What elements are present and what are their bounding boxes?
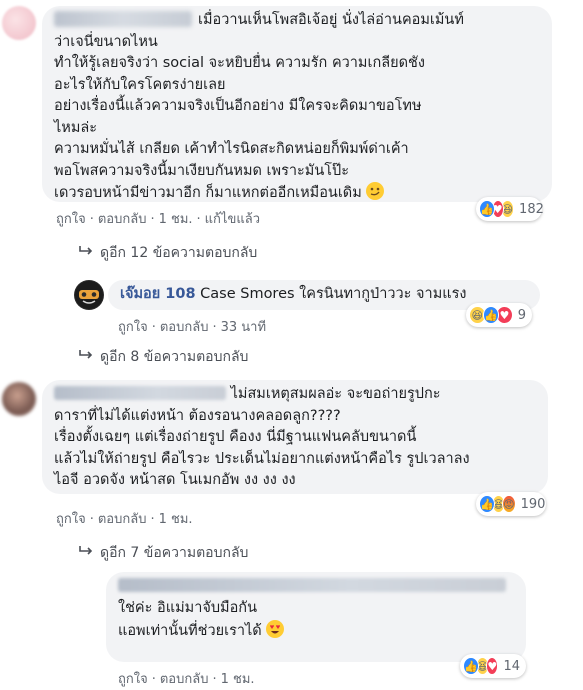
reply-arrow-icon <box>78 245 100 261</box>
reply-arrow-icon <box>78 349 100 365</box>
comment-line: ไหมล่ะ <box>54 119 98 136</box>
commenter-avatar[interactable] <box>2 6 36 40</box>
commenter-name-blurred[interactable] <box>54 386 226 400</box>
comment-bubble: ใช่ค่ะ อิแม่มาจับมือกัน แอพเท่านั้นที่ช่… <box>106 572 526 662</box>
comment-line: ไอจี อวดจัง หน้าสด โนเมกอัพ งง งง งง <box>54 472 296 488</box>
comment-line: อย่างเรื่องนี้แล้วความจริงเป็นอีกอย่าง ม… <box>54 98 422 114</box>
commenter-avatar[interactable] <box>74 280 104 310</box>
like-reaction-icon: 👍 <box>479 200 495 218</box>
comment-line: ดาราที่ไม่ได้แต่งหน้า ต้องรอนางคลอดลูก??… <box>54 407 341 424</box>
timestamp[interactable]: 1 ชม. <box>159 512 193 527</box>
reaction-count: 182 <box>519 201 544 217</box>
view-more-label: ดูอีก 7 ข้อความตอบกลับ <box>100 545 249 561</box>
view-more-replies[interactable]: ดูอีก 8 ข้อความตอบกลับ <box>78 346 248 368</box>
commenter-name[interactable]: เจ๊มอย 108 <box>120 286 196 302</box>
comment-line: ว่าเจนี่ขนาดไหน <box>54 33 158 50</box>
comment-text: Case Smores ใครนินทากูป่าววะ จามแรง <box>200 286 467 302</box>
like-link[interactable]: ถูกใจ <box>56 512 86 527</box>
angry-reaction-icon: 😡 <box>502 495 516 513</box>
like-link[interactable]: ถูกใจ <box>56 212 86 227</box>
reaction-count: 190 <box>520 496 546 512</box>
view-more-label: ดูอีก 12 ข้อความตอบกลับ <box>100 245 258 261</box>
edited-label[interactable]: แก้ไขแล้ว <box>205 212 260 227</box>
reply-arrow-icon <box>78 545 100 561</box>
reply-link[interactable]: ตอบกลับ <box>98 212 147 227</box>
view-more-label: ดูอีก 8 ข้อความตอบกลับ <box>100 349 249 365</box>
reaction-summary[interactable]: 👍 😆 ♥ 14 <box>460 654 526 678</box>
love-reaction-icon: ♥ <box>486 657 499 675</box>
like-reaction-icon: 👍 <box>482 306 500 324</box>
comment-line: พอโพสความจริงนี้มาเงียบกันหมด เพราะมันโป… <box>54 162 350 179</box>
comment-line: แอพเท่านั้นที่ช่วยเราได้ <box>118 622 262 639</box>
comment-bubble: ไม่สมเหตุสมผลอ่ะ จะขอถ่ายรูปกะ ดาราที่ไม… <box>42 380 548 494</box>
timestamp[interactable]: 33 นาที <box>221 320 266 335</box>
view-more-replies[interactable]: ดูอีก 12 ข้อความตอบกลับ <box>78 242 257 264</box>
reply-link[interactable]: ตอบกลับ <box>160 672 209 687</box>
comment-actions: ถูกใจ · ตอบกลับ · 33 นาที <box>118 320 267 335</box>
timestamp[interactable]: 1 ชม. <box>221 672 255 687</box>
comment-line: แล้วไม่ให้ถ่ายรูป คือไรวะ ประเด็นไม่อยาก… <box>54 450 470 467</box>
reply-link[interactable]: ตอบกลับ <box>160 320 209 335</box>
commenter-avatar[interactable] <box>2 382 36 416</box>
comment-line: ความหมั่นไส้ เกลียด เค้าทำไรนิดสะกิดหน่อ… <box>54 141 409 157</box>
reaction-summary[interactable]: 😆 👍 ♥ 9 <box>466 303 532 327</box>
comment-line: เมื่อวานเห็นโพสอิเจ้อยู่ นั่งไล่อ่านคอมเ… <box>198 12 464 28</box>
like-reaction-icon: 👍 <box>463 657 479 675</box>
like-reaction-icon: 👍 <box>479 495 495 513</box>
reaction-count: 9 <box>517 307 527 323</box>
reaction-count: 14 <box>503 658 520 674</box>
commenter-name-blurred[interactable] <box>54 11 192 27</box>
comment-line: ทำให้รู้เลยจริงว่า social จะหยิบยื่น ควา… <box>54 55 425 71</box>
reaction-summary[interactable]: 👍 ♥ 😆 182 <box>476 197 544 221</box>
like-link[interactable]: ถูกใจ <box>118 320 148 335</box>
heart-eyes-emoji-icon <box>266 619 285 638</box>
comment-line: เดวรอบหน้ามีข่าวมาอีก ก็มาแหกต่ออีกเหมือ… <box>54 185 362 201</box>
reply-link[interactable]: ตอบกลับ <box>98 512 147 527</box>
commenter-avatar[interactable] <box>70 578 102 610</box>
comment-line: ใช่ค่ะ อิแม่มาจับมือกัน <box>118 600 257 616</box>
comment-line: ไม่สมเหตุสมผลอ่ะ จะขอถ่ายรูปกะ <box>230 386 441 402</box>
comment-line: อะไรให้กับใครโคตรง่ายเลย <box>54 76 226 93</box>
reaction-summary[interactable]: 👍 😆 😡 190 <box>476 492 546 516</box>
commenter-name-blurred[interactable] <box>118 578 506 592</box>
timestamp[interactable]: 1 ชม. <box>159 212 193 227</box>
comment-line: เรื่องตั้งเฉยๆ แต่เรื่องถ่ายรูป คืองง นี… <box>54 429 417 445</box>
comment-actions: ถูกใจ · ตอบกลับ · 1 ชม. <box>118 672 255 687</box>
like-link[interactable]: ถูกใจ <box>118 672 148 687</box>
view-more-replies[interactable]: ดูอีก 7 ข้อความตอบกลับ <box>78 542 248 564</box>
smirk-emoji-icon <box>366 182 385 200</box>
comment-actions: ถูกใจ · ตอบกลับ · 1 ชม. <box>56 512 193 527</box>
comment-actions: ถูกใจ · ตอบกลับ · 1 ชม. · แก้ไขแล้ว <box>56 212 260 227</box>
comment-bubble: เมื่อวานเห็นโพสอิเจ้อยู่ นั่งไล่อ่านคอมเ… <box>42 6 552 202</box>
